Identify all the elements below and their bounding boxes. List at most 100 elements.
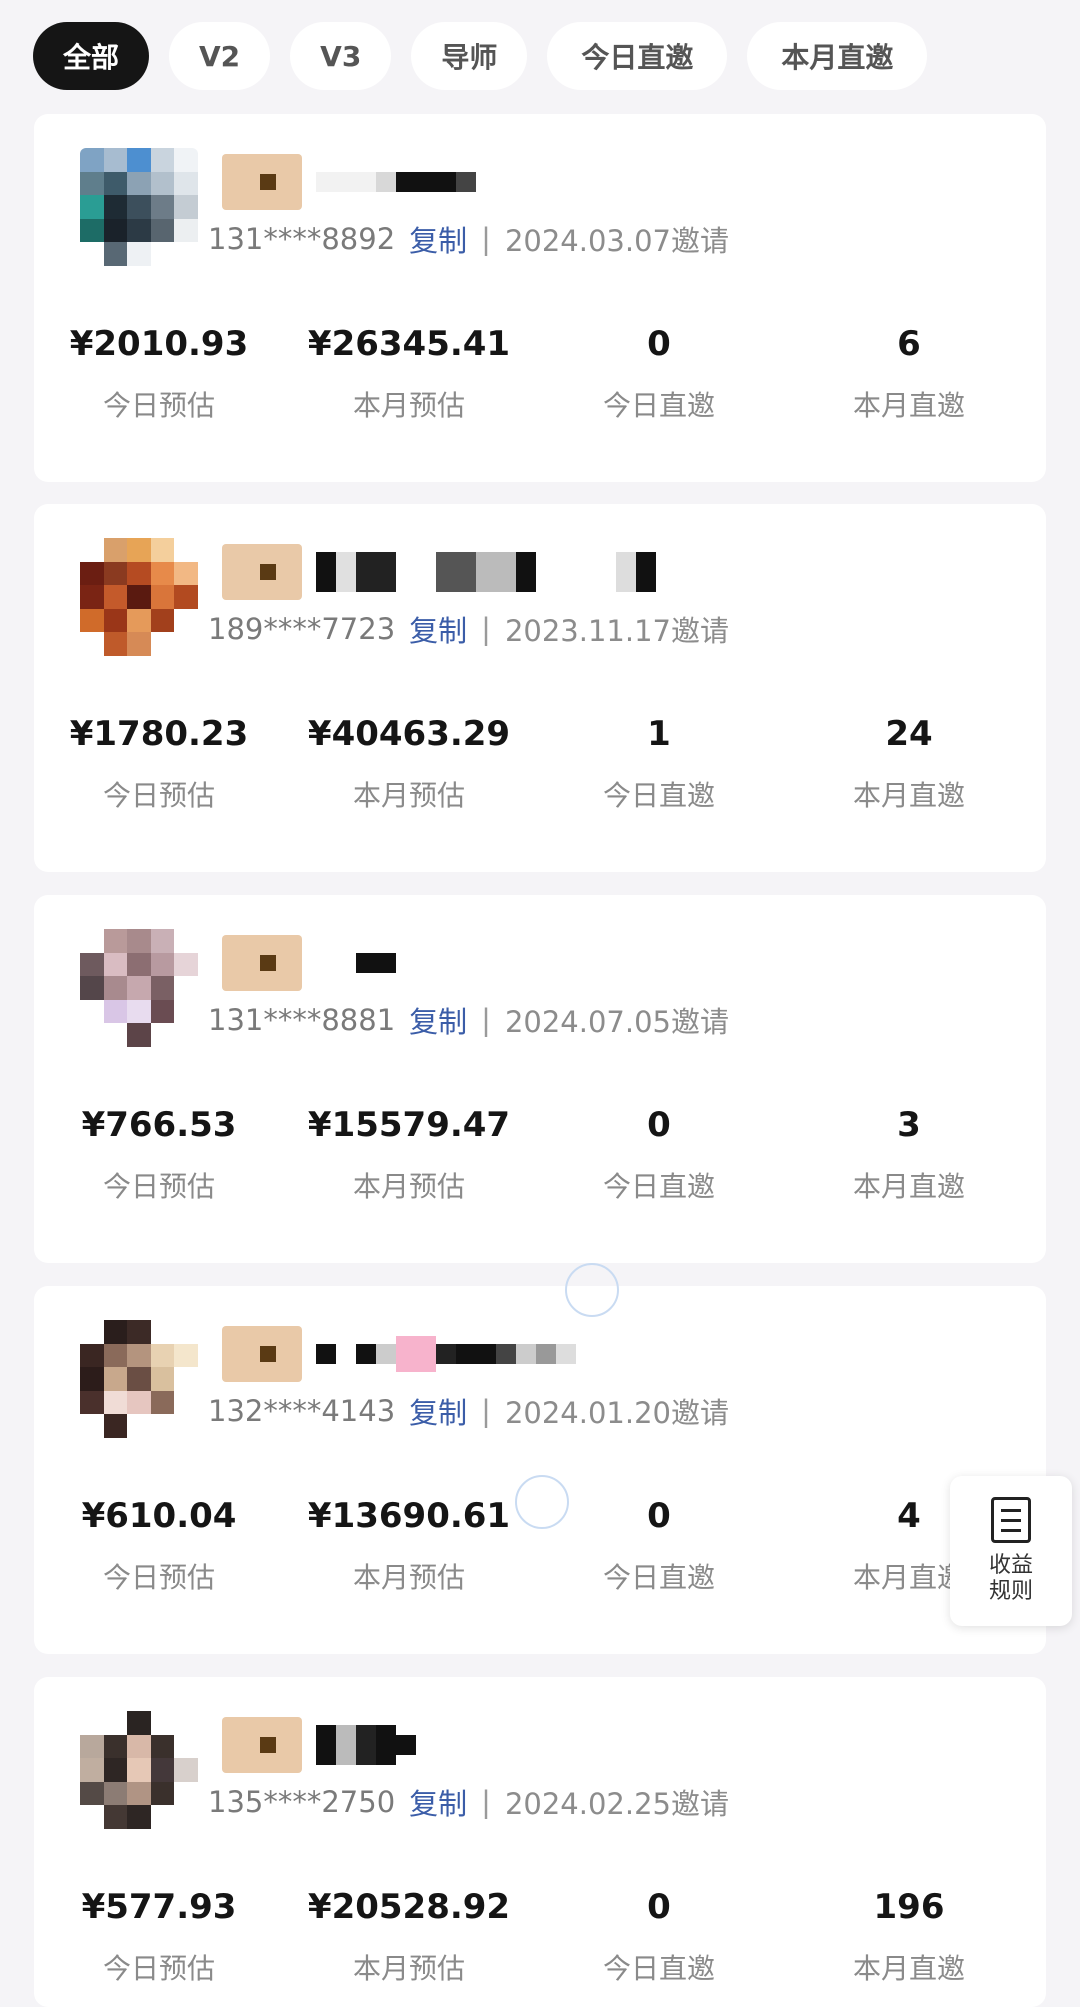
masked-nickname [316, 1725, 416, 1765]
name-row [222, 544, 656, 600]
today-invites-label: 今日直邀 [602, 1170, 715, 1203]
tab-mentor[interactable]: 导师 [411, 22, 528, 90]
member-info: 135****2750 复制 | 2024.02.25邀请 [208, 1781, 729, 1823]
month-invites-value: 6 [897, 324, 921, 364]
today-invites-label: 今日直邀 [602, 1561, 715, 1594]
invite-date: 2023.11.17邀请 [504, 614, 729, 648]
tab-all[interactable]: 全部 [33, 22, 150, 90]
today-estimate-label: 今日预估 [102, 779, 215, 812]
income-rules-label: 收益规则 [988, 1553, 1033, 1604]
level-badge [222, 935, 302, 991]
copy-button[interactable]: 复制 [409, 1390, 467, 1432]
tab-month-invites[interactable]: 本月直邀 [747, 22, 928, 90]
avatar [80, 538, 198, 656]
today-invites-label: 今日直邀 [602, 779, 715, 812]
today-invites-value: 0 [647, 1105, 671, 1145]
phone-number: 132****4143 [208, 1394, 396, 1428]
invite-date: 2024.03.07邀请 [504, 224, 729, 258]
avatar [80, 1320, 198, 1438]
month-invites-value: 24 [885, 714, 933, 754]
document-list-icon [991, 1497, 1031, 1543]
loading-ring [565, 1263, 619, 1317]
tab-today-invites[interactable]: 今日直邀 [547, 22, 728, 90]
today-invites-value: 1 [647, 714, 671, 754]
divider: | [481, 612, 491, 646]
masked-nickname [316, 1336, 576, 1372]
avatar [80, 1711, 198, 1829]
today-estimate-value: ¥610.04 [81, 1496, 237, 1536]
stats-row: ¥577.93 今日预估 ¥20528.92 本月预估 0 今日直邀 196 本月直邀 [34, 1887, 1046, 1987]
copy-button[interactable]: 复制 [409, 1781, 467, 1823]
invite-date: 2024.07.05邀请 [504, 1005, 729, 1039]
tab-v2[interactable]: V2 [169, 22, 271, 90]
stats-row: ¥766.53 今日预估 ¥15579.47 本月预估 0 今日直邀 3 本月直邀 [34, 1105, 1046, 1205]
today-estimate-label: 今日预估 [102, 1561, 215, 1594]
month-estimate-value: ¥20528.92 [307, 1887, 511, 1927]
avatar [80, 929, 198, 1047]
today-invites-value: 0 [647, 324, 671, 364]
month-invites-label: 本月直邀 [852, 1170, 965, 1203]
month-estimate-label: 本月预估 [352, 1952, 465, 1985]
today-estimate-value: ¥766.53 [81, 1105, 237, 1145]
phone-number: 135****2750 [208, 1785, 396, 1819]
month-invites-label: 本月直邀 [852, 389, 965, 422]
phone-number: 189****7723 [208, 612, 396, 646]
divider: | [481, 1785, 491, 1819]
stats-row: ¥2010.93 今日预估 ¥26345.41 本月预估 0 今日直邀 6 本月直邀 [34, 324, 1046, 424]
month-invites-value: 196 [873, 1887, 945, 1927]
level-badge [222, 1326, 302, 1382]
today-invites-value: 0 [647, 1887, 671, 1927]
member-info: 131****8881 复制 | 2024.07.05邀请 [208, 999, 729, 1041]
month-estimate-value: ¥26345.41 [307, 324, 511, 364]
filter-tabs: 全部 V2 V3 导师 今日直邀 本月直邀 [33, 22, 928, 90]
level-badge [222, 1717, 302, 1773]
member-info: 131****8892 复制 | 2024.03.07邀请 [208, 218, 729, 260]
month-estimate-label: 本月预估 [352, 779, 465, 812]
phone-number: 131****8892 [208, 222, 396, 256]
month-invites-label: 本月直邀 [852, 779, 965, 812]
member-card[interactable]: 132****4143 复制 | 2024.01.20邀请 ¥610.04 今日预… [34, 1286, 1046, 1654]
name-row [222, 1326, 576, 1382]
name-row [222, 154, 476, 210]
member-card[interactable]: 189****7723 复制 | 2023.11.17邀请 ¥1780.23 今日… [34, 504, 1046, 872]
masked-nickname [316, 953, 396, 973]
today-invites-value: 0 [647, 1496, 671, 1536]
today-estimate-value: ¥577.93 [81, 1887, 237, 1927]
name-row [222, 1717, 416, 1773]
month-estimate-label: 本月预估 [352, 389, 465, 422]
member-info: 132****4143 复制 | 2024.01.20邀请 [208, 1390, 729, 1432]
member-card[interactable]: 135****2750 复制 | 2024.02.25邀请 ¥577.93 今日预… [34, 1677, 1046, 2007]
month-estimate-label: 本月预估 [352, 1561, 465, 1594]
tab-v3[interactable]: V3 [290, 22, 392, 90]
today-estimate-label: 今日预估 [102, 1170, 215, 1203]
member-card[interactable]: 131****8881 复制 | 2024.07.05邀请 ¥766.53 今日预… [34, 895, 1046, 1263]
today-estimate-label: 今日预估 [102, 389, 215, 422]
avatar [80, 148, 198, 266]
member-card[interactable]: 131****8892 复制 | 2024.03.07邀请 ¥2010.93 今日… [34, 114, 1046, 482]
today-invites-label: 今日直邀 [602, 1952, 715, 1985]
divider: | [481, 1394, 491, 1428]
month-invites-label: 本月直邀 [852, 1952, 965, 1985]
invite-date: 2024.01.20邀请 [504, 1396, 729, 1430]
month-invites-value: 3 [897, 1105, 921, 1145]
month-estimate-label: 本月预估 [352, 1170, 465, 1203]
member-info: 189****7723 复制 | 2023.11.17邀请 [208, 608, 729, 650]
divider: | [481, 1003, 491, 1037]
invite-date: 2024.02.25邀请 [504, 1787, 729, 1821]
today-estimate-label: 今日预估 [102, 1952, 215, 1985]
copy-button[interactable]: 复制 [409, 999, 467, 1041]
stats-row: ¥1780.23 今日预估 ¥40463.29 本月预估 1 今日直邀 24 本月直邀 [34, 714, 1046, 814]
name-row [222, 935, 396, 991]
copy-button[interactable]: 复制 [409, 608, 467, 650]
masked-nickname [316, 172, 476, 192]
masked-nickname [316, 552, 656, 592]
month-estimate-value: ¥40463.29 [307, 714, 511, 754]
today-estimate-value: ¥2010.93 [69, 324, 249, 364]
level-badge [222, 154, 302, 210]
level-badge [222, 544, 302, 600]
month-estimate-value: ¥15579.47 [307, 1105, 511, 1145]
copy-button[interactable]: 复制 [409, 218, 467, 260]
loading-ring [515, 1475, 569, 1529]
phone-number: 131****8881 [208, 1003, 396, 1037]
income-rules-button[interactable]: 收益规则 [950, 1476, 1072, 1626]
